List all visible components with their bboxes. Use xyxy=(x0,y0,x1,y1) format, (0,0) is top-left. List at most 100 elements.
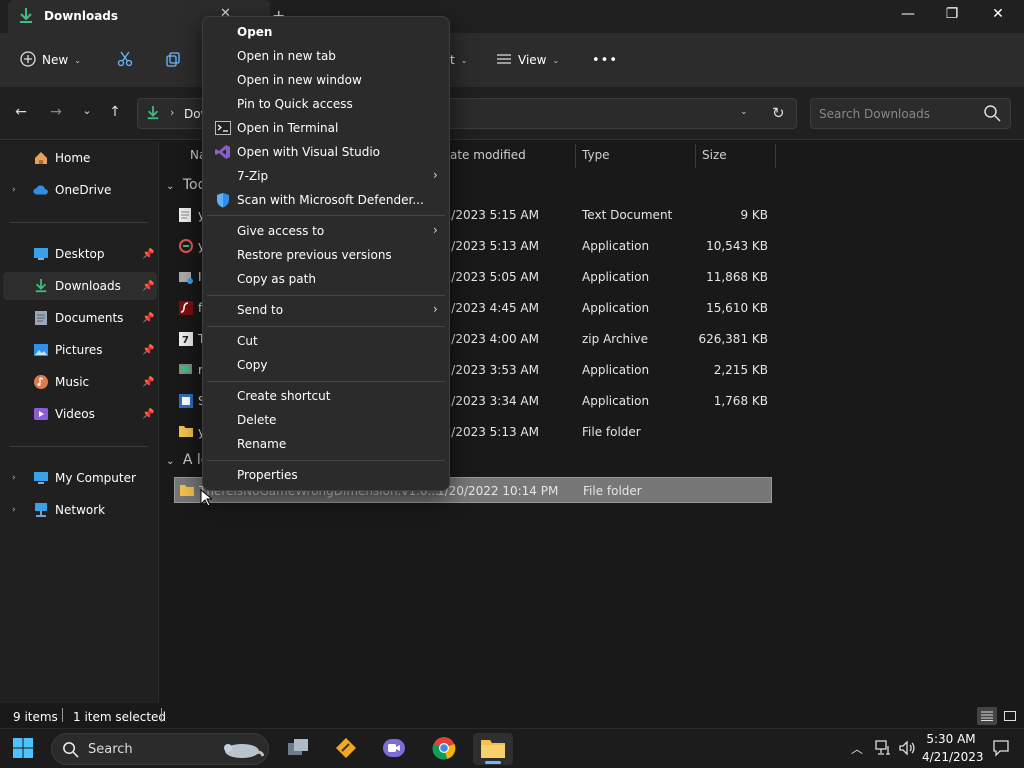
menu-item-7zip[interactable]: 7-Zip › xyxy=(207,164,445,188)
document-icon xyxy=(33,310,49,326)
sort-label: t xyxy=(450,53,455,67)
clock-time[interactable]: 5:30 AM xyxy=(926,732,976,746)
file-type: zip Archive xyxy=(582,332,648,346)
scissors-icon xyxy=(117,51,133,70)
column-header-size[interactable]: Size xyxy=(702,148,727,162)
view-list-icon xyxy=(496,53,512,68)
show-hidden-icons-chevron[interactable]: ︿ xyxy=(851,740,863,757)
copy-button[interactable] xyxy=(165,50,181,70)
pin-icon: 📌 xyxy=(142,344,155,356)
menu-item-create-shortcut[interactable]: Create shortcut xyxy=(207,384,445,408)
menu-item-scan-defender[interactable]: Scan with Microsoft Defender... xyxy=(207,188,445,212)
taskbar: Search ︿ 5:30 AM 4/21/2023 xyxy=(0,728,1024,768)
notifications-icon[interactable] xyxy=(992,739,1010,760)
menu-item-open-new-window[interactable]: Open in new window xyxy=(207,68,445,92)
menu-item-properties[interactable]: Properties xyxy=(207,463,445,487)
visual-studio-icon xyxy=(215,144,231,160)
installer-icon xyxy=(178,269,194,285)
menu-item-copy[interactable]: Copy xyxy=(207,353,445,377)
menu-item-pin-quick-access[interactable]: Pin to Quick access xyxy=(207,92,445,116)
menu-item-give-access[interactable]: Give access to › xyxy=(207,219,445,243)
menu-item-send-to[interactable]: Send to › xyxy=(207,298,445,322)
close-button[interactable]: ✕ xyxy=(988,6,1008,22)
sidebar-item-onedrive[interactable]: › OneDrive xyxy=(3,176,157,204)
sidebar-item-pictures[interactable]: Pictures 📌 xyxy=(3,336,157,364)
setup-icon xyxy=(178,362,194,378)
menu-item-delete[interactable]: Delete xyxy=(207,408,445,432)
view-button[interactable]: View ⌄ xyxy=(496,50,559,70)
sort-button[interactable]: t ⌄ xyxy=(450,50,467,70)
sidebar-item-label: Videos xyxy=(55,407,95,421)
taskbar-app-wrench[interactable] xyxy=(326,733,366,765)
menu-item-restore-versions[interactable]: Restore previous versions xyxy=(207,243,445,267)
recent-locations-chevron-icon[interactable]: ⌄ xyxy=(78,104,96,117)
videos-icon xyxy=(33,406,49,422)
up-arrow-icon[interactable]: ↑ xyxy=(106,104,124,120)
sidebar-item-videos[interactable]: Videos 📌 xyxy=(3,400,157,428)
menu-label: Open in Terminal xyxy=(237,121,339,135)
sidebar-item-documents[interactable]: Documents 📌 xyxy=(3,304,157,332)
more-options-button[interactable]: ••• xyxy=(592,50,618,70)
flash-icon xyxy=(178,300,194,316)
menu-item-open[interactable]: Open xyxy=(207,20,445,44)
group-header-today[interactable]: ⌄ Tod xyxy=(166,177,206,193)
details-view-icon[interactable] xyxy=(977,707,997,725)
sidebar-item-network[interactable]: › Network xyxy=(3,496,157,524)
application-icon xyxy=(178,393,194,409)
file-type: Application xyxy=(582,363,650,377)
address-bar-row: ← → ⌄ ↑ › Dow ⌄ ↻ Search Downloads xyxy=(0,87,1024,140)
clock-date[interactable]: 4/21/2023 xyxy=(922,750,984,764)
column-separator[interactable] xyxy=(695,144,696,168)
taskbar-app-file-explorer[interactable] xyxy=(473,733,513,765)
sidebar-item-downloads[interactable]: Downloads 📌 xyxy=(3,272,157,300)
task-view-icon xyxy=(286,738,310,761)
zip-archive-icon: 7 xyxy=(178,331,194,347)
sidebar-item-music[interactable]: Music 📌 xyxy=(3,368,157,396)
taskbar-app-teams[interactable] xyxy=(374,733,414,765)
search-input[interactable]: Search Downloads xyxy=(810,98,1011,129)
chevron-down-icon: ⌄ xyxy=(460,55,468,65)
back-arrow-icon[interactable]: ← xyxy=(12,104,30,120)
menu-item-cut[interactable]: Cut xyxy=(207,329,445,353)
menu-item-rename[interactable]: Rename xyxy=(207,432,445,456)
menu-label: Give access to xyxy=(237,224,325,238)
menu-separator xyxy=(207,295,445,296)
taskbar-task-view[interactable] xyxy=(278,733,318,765)
file-size: 9 KB xyxy=(740,208,768,222)
submenu-chevron-icon: › xyxy=(433,223,438,237)
sidebar-item-desktop[interactable]: Desktop 📌 xyxy=(3,240,157,268)
column-header-type[interactable]: Type xyxy=(582,148,610,162)
expand-chevron-icon[interactable]: › xyxy=(12,473,16,483)
minimize-button[interactable]: — xyxy=(898,6,918,22)
start-button[interactable] xyxy=(3,733,43,765)
maximize-button[interactable]: ❐ xyxy=(942,6,962,22)
expand-chevron-icon[interactable]: › xyxy=(12,505,16,515)
menu-item-open-visual-studio[interactable]: Open with Visual Studio xyxy=(207,140,445,164)
menu-item-open-new-tab[interactable]: Open in new tab xyxy=(207,44,445,68)
address-dropdown-icon[interactable]: ⌄ xyxy=(740,107,748,117)
network-status-icon[interactable] xyxy=(874,739,892,760)
menu-item-open-terminal[interactable]: Open in Terminal xyxy=(207,116,445,140)
sidebar-item-home[interactable]: Home xyxy=(3,144,157,172)
new-button[interactable]: New ⌄ xyxy=(20,50,81,70)
taskbar-app-chrome[interactable] xyxy=(424,733,464,765)
file-date: 21/2023 5:13 AM xyxy=(436,425,539,439)
cut-button[interactable] xyxy=(117,50,133,70)
menu-item-copy-as-path[interactable]: Copy as path xyxy=(207,267,445,291)
taskbar-search[interactable]: Search xyxy=(51,733,269,765)
column-header-date[interactable]: ate modified xyxy=(450,148,526,162)
pin-icon: 📌 xyxy=(142,248,155,260)
expand-chevron-icon[interactable]: › xyxy=(12,185,16,195)
download-icon xyxy=(146,105,160,124)
column-separator[interactable] xyxy=(575,144,576,168)
chrome-icon xyxy=(432,736,456,763)
refresh-icon[interactable]: ↻ xyxy=(772,104,785,122)
menu-label: Copy xyxy=(237,358,268,372)
forward-arrow-icon[interactable]: → xyxy=(47,104,65,120)
volume-icon[interactable] xyxy=(898,739,916,760)
file-date: 21/2023 3:53 AM xyxy=(436,363,539,377)
tiles-view-icon[interactable] xyxy=(1002,707,1018,725)
menu-separator xyxy=(207,381,445,382)
column-separator[interactable] xyxy=(775,144,776,168)
sidebar-item-my-computer[interactable]: › My Computer xyxy=(3,464,157,492)
